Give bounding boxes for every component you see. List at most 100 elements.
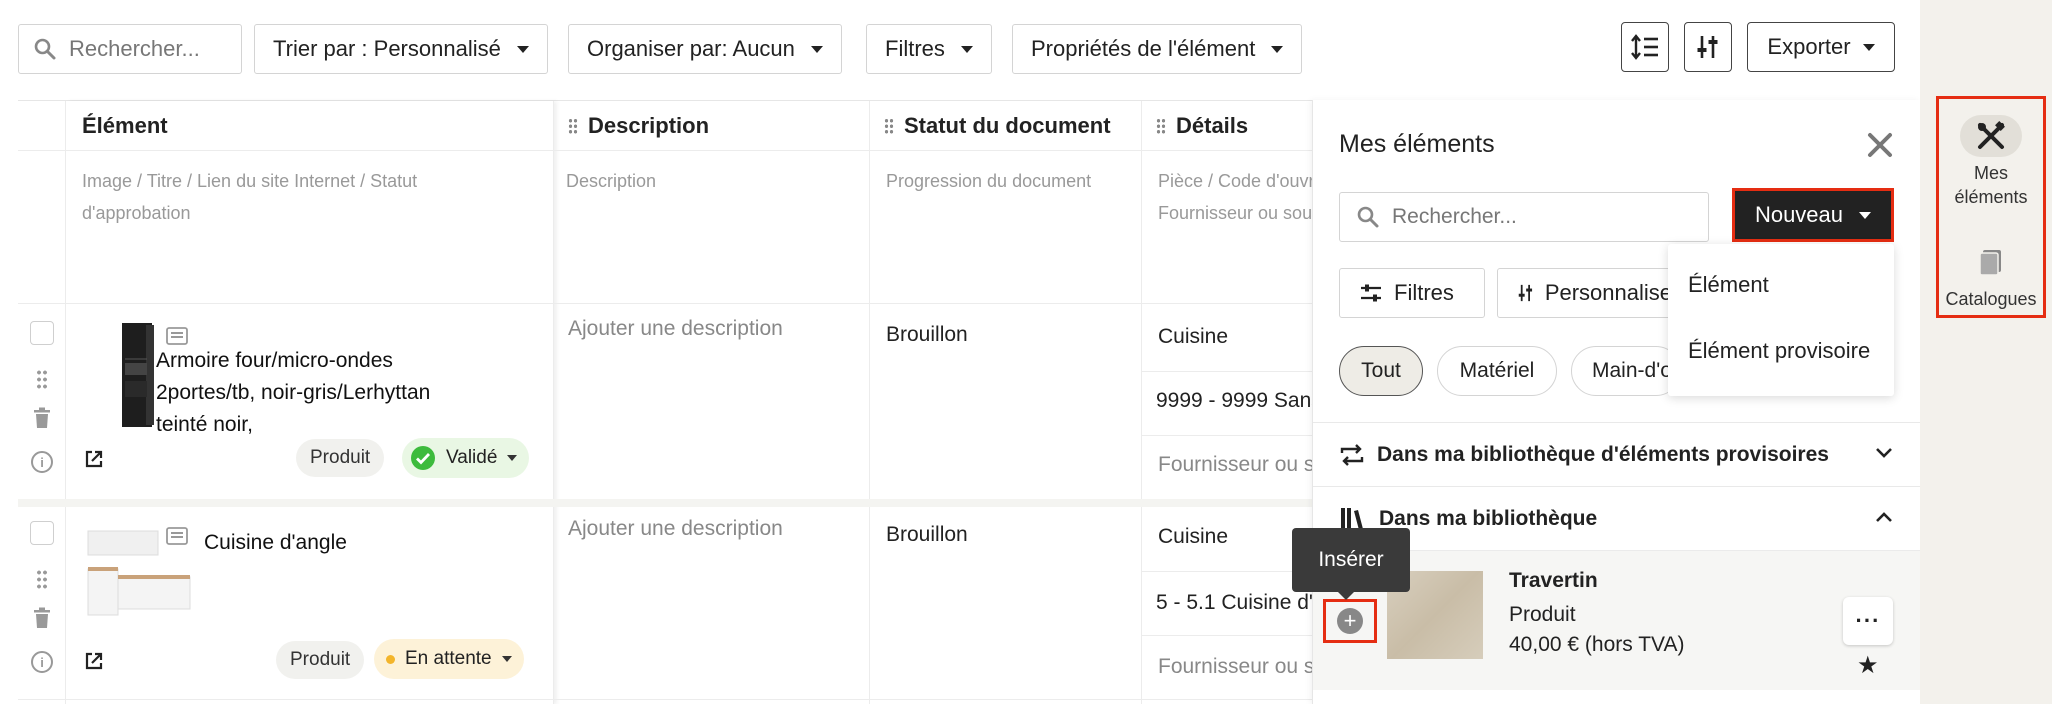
- drag-handle-icon[interactable]: [36, 569, 48, 589]
- description-input[interactable]: Ajouter une description: [568, 517, 783, 541]
- column-header-description[interactable]: Description: [554, 101, 869, 151]
- info-icon[interactable]: i: [31, 651, 53, 673]
- chevron-down-icon: [507, 455, 518, 461]
- description-input[interactable]: Ajouter une description: [568, 317, 783, 341]
- star-icon[interactable]: ★: [1857, 651, 1879, 680]
- description-column: Description Description: [554, 101, 870, 704]
- pending-dot-icon: [386, 654, 395, 664]
- sort-dropdown[interactable]: Trier par : Personnalisé: [254, 24, 548, 74]
- column-subheader: Pièce / Code d'ouvr Fournisseur ou sous: [1158, 165, 1321, 229]
- insert-button[interactable]: +: [1323, 599, 1377, 643]
- row-checkbox[interactable]: [30, 321, 54, 345]
- row-height-button[interactable]: [1621, 22, 1669, 72]
- item-title[interactable]: Cuisine d'angle: [204, 527, 404, 559]
- search-placeholder: Rechercher...: [1392, 205, 1517, 228]
- new-label: Nouveau: [1754, 202, 1844, 227]
- customize-label: Personnalise: [1544, 280, 1672, 305]
- export-button[interactable]: Exporter: [1747, 22, 1895, 72]
- properties-dropdown[interactable]: Propriétés de l'élément: [1012, 24, 1303, 74]
- approval-status-dropdown[interactable]: Validé: [402, 438, 530, 478]
- external-link-icon[interactable]: [84, 651, 104, 671]
- external-link-icon[interactable]: [84, 449, 104, 469]
- my-items-panel: Mes éléments Rechercher... Nouveau Filtr…: [1312, 100, 1921, 704]
- row-divider: [18, 499, 1320, 507]
- sidebar-label: éléments: [1954, 187, 2028, 207]
- doc-status-column: Statut du document Progression du docume…: [870, 101, 1142, 704]
- doc-status-value[interactable]: Brouillon: [886, 323, 968, 347]
- insert-tooltip: Insérer: [1292, 528, 1410, 600]
- filters-label: Filtres: [1394, 280, 1454, 305]
- approval-status-dropdown[interactable]: En attente: [374, 639, 524, 679]
- cell-divider: [1142, 371, 1320, 372]
- column-title: Description: [588, 112, 710, 138]
- info-icon[interactable]: i: [31, 451, 53, 473]
- drag-handle-icon[interactable]: [36, 369, 48, 389]
- code-value[interactable]: 5 - 5.1 Cuisine d'a: [1156, 591, 1320, 615]
- section-temp-library[interactable]: Dans ma bibliothèque d'éléments provisoi…: [1313, 422, 1921, 486]
- sidebar-label: Mes: [1973, 163, 2008, 183]
- sidebar-item-catalogs[interactable]: Catalogues: [1939, 241, 2043, 311]
- toolbar: Rechercher... Trier par : Personnalisé O…: [0, 0, 1920, 100]
- menu-item-element[interactable]: Élément: [1688, 272, 1769, 298]
- filter-sliders-icon: [1361, 284, 1381, 302]
- supplier-input[interactable]: Fournisseur ou so: [1158, 655, 1320, 679]
- chevron-down-icon: [1876, 448, 1892, 458]
- organize-dropdown[interactable]: Organiser par: Aucun: [568, 24, 842, 74]
- chevron-down-icon: [810, 45, 823, 53]
- drag-handle-icon[interactable]: [568, 117, 578, 134]
- menu-item-temp-element[interactable]: Élément provisoire: [1688, 338, 1870, 364]
- export-label: Exporter: [1767, 34, 1851, 59]
- chip-labor[interactable]: Main-d'œ: [1571, 346, 1681, 396]
- chevron-down-icon: [516, 45, 529, 53]
- filters-dropdown[interactable]: Filtres: [866, 24, 992, 74]
- properties-label: Propriétés de l'élément: [1031, 36, 1256, 61]
- adjust-columns-button[interactable]: [1684, 22, 1732, 72]
- panel-filters-button[interactable]: Filtres: [1339, 268, 1485, 318]
- swap-arrows-icon: [1340, 443, 1364, 466]
- image-icon[interactable]: [166, 327, 188, 345]
- room-value[interactable]: Cuisine: [1158, 325, 1228, 349]
- organize-label: Organiser par: Aucun: [587, 36, 795, 61]
- sliders-icon: [1697, 36, 1718, 58]
- chip-material[interactable]: Matériel: [1437, 346, 1557, 396]
- sort-label: Trier par : Personnalisé: [273, 36, 501, 61]
- search-icon: [34, 38, 56, 60]
- trash-icon[interactable]: [33, 607, 51, 629]
- right-sidebar: Mes éléments Catalogues: [1920, 0, 2052, 704]
- column-header-details[interactable]: Détails: [1142, 101, 1320, 151]
- chevron-down-icon: [501, 656, 512, 662]
- trash-icon[interactable]: [33, 407, 51, 429]
- section-label: Dans ma bibliothèque d'éléments provisoi…: [1377, 442, 1829, 466]
- column-header-element[interactable]: Élément: [66, 101, 553, 151]
- chevron-down-icon: [1859, 211, 1872, 219]
- panel-customize-button[interactable]: Personnalise: [1497, 268, 1693, 318]
- more-options-button[interactable]: ···: [1843, 597, 1893, 645]
- code-value[interactable]: 9999 - 9999 Sans: [1156, 389, 1320, 413]
- new-button[interactable]: Nouveau: [1732, 188, 1894, 242]
- item-price: 40,00 € (hors TVA): [1509, 633, 1685, 656]
- item-title[interactable]: Armoire four/micro-ondes 2portes/tb, noi…: [156, 345, 446, 441]
- room-value[interactable]: Cuisine: [1158, 525, 1228, 549]
- supplier-input[interactable]: Fournisseur ou so: [1158, 453, 1320, 477]
- row-checkbox[interactable]: [30, 521, 54, 545]
- close-icon[interactable]: [1865, 130, 1895, 160]
- column-header-doc-status[interactable]: Statut du document: [870, 101, 1141, 151]
- drag-handle-icon[interactable]: [1156, 117, 1166, 134]
- search-input[interactable]: Rechercher...: [18, 24, 242, 74]
- sidebar-item-my-items[interactable]: Mes éléments: [1939, 115, 2043, 209]
- row-divider: [18, 303, 1320, 304]
- approval-status-label: En attente: [405, 648, 492, 669]
- doc-status-value[interactable]: Brouillon: [886, 523, 968, 547]
- highlight-frame: Mes éléments Catalogues: [1936, 96, 2046, 318]
- type-tag: Produit: [276, 641, 365, 679]
- column-title: Détails: [1176, 112, 1249, 138]
- type-tag: Produit: [296, 439, 385, 477]
- image-icon[interactable]: [166, 527, 188, 545]
- chip-all[interactable]: Tout: [1339, 346, 1423, 396]
- selector-header: [18, 101, 65, 151]
- sliders-icon: [1518, 284, 1533, 302]
- panel-search-input[interactable]: Rechercher...: [1339, 192, 1709, 242]
- items-table: Élément Image / Titre / Lien du site Int…: [18, 100, 1321, 704]
- drag-handle-icon[interactable]: [884, 117, 894, 134]
- column-title: Élément: [82, 112, 168, 138]
